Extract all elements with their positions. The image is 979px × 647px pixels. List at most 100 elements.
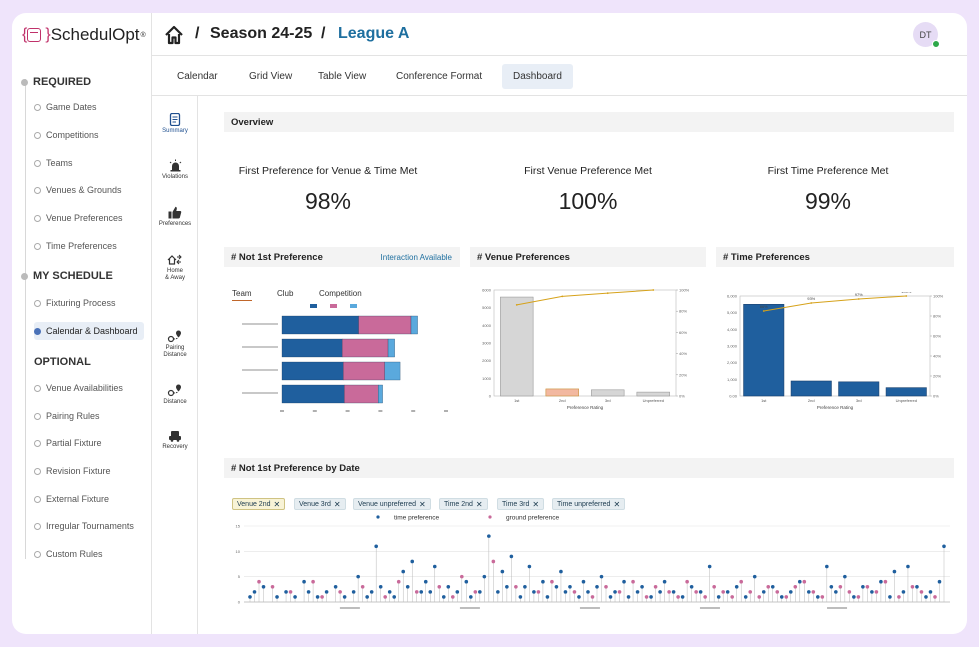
sidebar-item-fixturing-process[interactable]: Fixturing Process bbox=[34, 294, 116, 312]
dashboard-main: Overview First Preference for Venue & Ti… bbox=[198, 96, 967, 634]
sidebar-item-competitions[interactable]: Competitions bbox=[34, 126, 99, 144]
step-ring-icon bbox=[34, 439, 41, 447]
data-point bbox=[631, 579, 635, 584]
vnav-recovery[interactable]: Recovery bbox=[152, 429, 198, 451]
sidebar-item-revision-fixture[interactable]: Revision Fixture bbox=[34, 462, 111, 480]
alarm-icon bbox=[169, 159, 181, 172]
data-point bbox=[779, 595, 784, 599]
sidebar-item-external-fixture[interactable]: External Fixture bbox=[34, 490, 109, 508]
sidebar-item-time-preferences[interactable]: Time Preferences bbox=[34, 237, 117, 255]
data-point bbox=[590, 595, 595, 599]
y-tick-label: 10 bbox=[236, 549, 241, 554]
sidebar-item-pairing-rules[interactable]: Pairing Rules bbox=[34, 407, 100, 425]
data-point bbox=[581, 579, 586, 584]
filter-chip-venue-unpreferred[interactable]: Venue unpreferred ✕ bbox=[353, 498, 431, 510]
data-point bbox=[635, 590, 640, 594]
x-tick-mark bbox=[280, 410, 284, 412]
close-icon[interactable]: ✕ bbox=[273, 500, 280, 509]
data-point bbox=[378, 585, 383, 589]
sidebar-item-calendar-dashboard[interactable]: Calendar & Dashboard bbox=[34, 322, 144, 340]
y2-tick-label: 80% bbox=[679, 309, 687, 314]
filter-chip-time-2nd[interactable]: Time 2nd ✕ bbox=[439, 498, 488, 510]
data-point bbox=[351, 590, 356, 594]
sidebar-item-partial-fixture[interactable]: Partial Fixture bbox=[34, 434, 102, 452]
subtab-competition[interactable]: Competition bbox=[319, 289, 362, 298]
data-point bbox=[928, 590, 933, 594]
data-point bbox=[788, 590, 793, 594]
sidebar-item-venues-grounds[interactable]: Venues & Grounds bbox=[34, 181, 122, 199]
user-avatar[interactable]: DT bbox=[913, 22, 940, 48]
filter-chip-time-unpreferred[interactable]: Time unpreferred ✕ bbox=[552, 498, 626, 510]
sidebar-item-game-dates[interactable]: Game Dates bbox=[34, 98, 97, 116]
data-point bbox=[469, 595, 473, 599]
bar-segment bbox=[384, 361, 401, 381]
data-point bbox=[838, 585, 843, 589]
filter-chip-venue-3rd[interactable]: Venue 3rd ✕ bbox=[294, 498, 346, 510]
close-icon[interactable]: ✕ bbox=[419, 500, 426, 509]
tab-calendar[interactable]: Calendar bbox=[166, 64, 229, 89]
close-icon[interactable]: ✕ bbox=[532, 500, 539, 509]
online-status-icon bbox=[932, 40, 940, 48]
vnav-distance[interactable]: Distance bbox=[152, 383, 198, 406]
tab-table-view[interactable]: Table View bbox=[307, 64, 377, 89]
close-icon[interactable]: ✕ bbox=[334, 500, 341, 509]
step-ring-icon bbox=[34, 214, 41, 222]
data-point bbox=[365, 595, 369, 599]
data-point bbox=[906, 564, 910, 569]
data-point bbox=[450, 595, 455, 599]
sidebar-item-teams[interactable]: Teams bbox=[34, 154, 73, 172]
filter-chip-venue-2nd[interactable]: Venue 2nd ✕ bbox=[232, 498, 286, 510]
nav-timeline bbox=[25, 79, 26, 559]
filter-chip-time-3rd[interactable]: Time 3rd ✕ bbox=[497, 498, 545, 510]
brand-logo[interactable]: {} SchedulOpt ® bbox=[22, 25, 146, 45]
y-tick-label: 0.00 bbox=[729, 394, 738, 399]
sidebar-item-irregular-tournaments[interactable]: Irregular Tournaments bbox=[34, 517, 134, 535]
data-point bbox=[496, 590, 500, 594]
close-icon[interactable]: ✕ bbox=[613, 500, 620, 509]
data-point bbox=[775, 590, 780, 594]
data-point bbox=[694, 590, 698, 594]
brand-name: SchedulOpt bbox=[50, 25, 140, 44]
x-tick-mark bbox=[411, 410, 416, 412]
data-point bbox=[514, 585, 518, 589]
data-point bbox=[825, 564, 829, 569]
data-point bbox=[793, 585, 798, 589]
data-point bbox=[586, 590, 590, 594]
data-point bbox=[536, 590, 541, 594]
cumulative-point bbox=[515, 303, 518, 306]
vnav-home-away[interactable]: Home & Away bbox=[152, 253, 198, 282]
data-point bbox=[820, 595, 825, 599]
vnav-pairing-distance[interactable]: Pairing Distance bbox=[152, 329, 198, 359]
subtab-team[interactable]: Team bbox=[232, 289, 252, 301]
bar-segment bbox=[281, 338, 343, 358]
data-point bbox=[338, 590, 342, 594]
breadcrumb-separator: / bbox=[321, 25, 326, 42]
subtab-club[interactable]: Club bbox=[277, 289, 293, 298]
data-point bbox=[608, 595, 613, 599]
data-point bbox=[559, 569, 563, 574]
vnav-violations[interactable]: Violations bbox=[152, 159, 198, 181]
home-icon[interactable] bbox=[164, 25, 184, 45]
interaction-available-link[interactable]: Interaction Available bbox=[381, 253, 452, 262]
vnav-summary[interactable]: Summary bbox=[152, 113, 198, 135]
data-point bbox=[405, 585, 410, 589]
vnav-preferences[interactable]: Preferences bbox=[152, 206, 198, 228]
x-tick-label: 1st bbox=[514, 398, 520, 403]
sidebar-item-venue-preferences[interactable]: Venue Preferences bbox=[34, 209, 123, 227]
sidebar-item-venue-availabilities[interactable]: Venue Availabilities bbox=[34, 379, 123, 397]
breadcrumb-season[interactable]: Season 24-25 bbox=[210, 25, 312, 43]
tab-grid-view[interactable]: Grid View bbox=[238, 64, 303, 89]
pairing-distance-icon bbox=[167, 330, 181, 343]
data-point bbox=[392, 595, 397, 599]
tab-conference-format[interactable]: Conference Format bbox=[385, 64, 493, 89]
data-point bbox=[730, 595, 734, 599]
venue-pref-chart: 0 1000 2000 3000 4000 5000 6000 0% 20% 40% 60% 80% 1… bbox=[482, 288, 690, 411]
close-icon[interactable]: ✕ bbox=[476, 500, 483, 509]
app-window: {} SchedulOpt ® REQUIRED Game Dates Compe… bbox=[12, 13, 967, 634]
sidebar-item-custom-rules[interactable]: Custom Rules bbox=[34, 545, 103, 563]
tab-dashboard[interactable]: Dashboard bbox=[502, 64, 573, 89]
breadcrumb-league[interactable]: League A bbox=[338, 25, 409, 43]
step-ring-icon bbox=[34, 186, 41, 194]
x-tick-label: 1st bbox=[761, 398, 767, 403]
y-tick-label: 3000 bbox=[482, 341, 492, 346]
